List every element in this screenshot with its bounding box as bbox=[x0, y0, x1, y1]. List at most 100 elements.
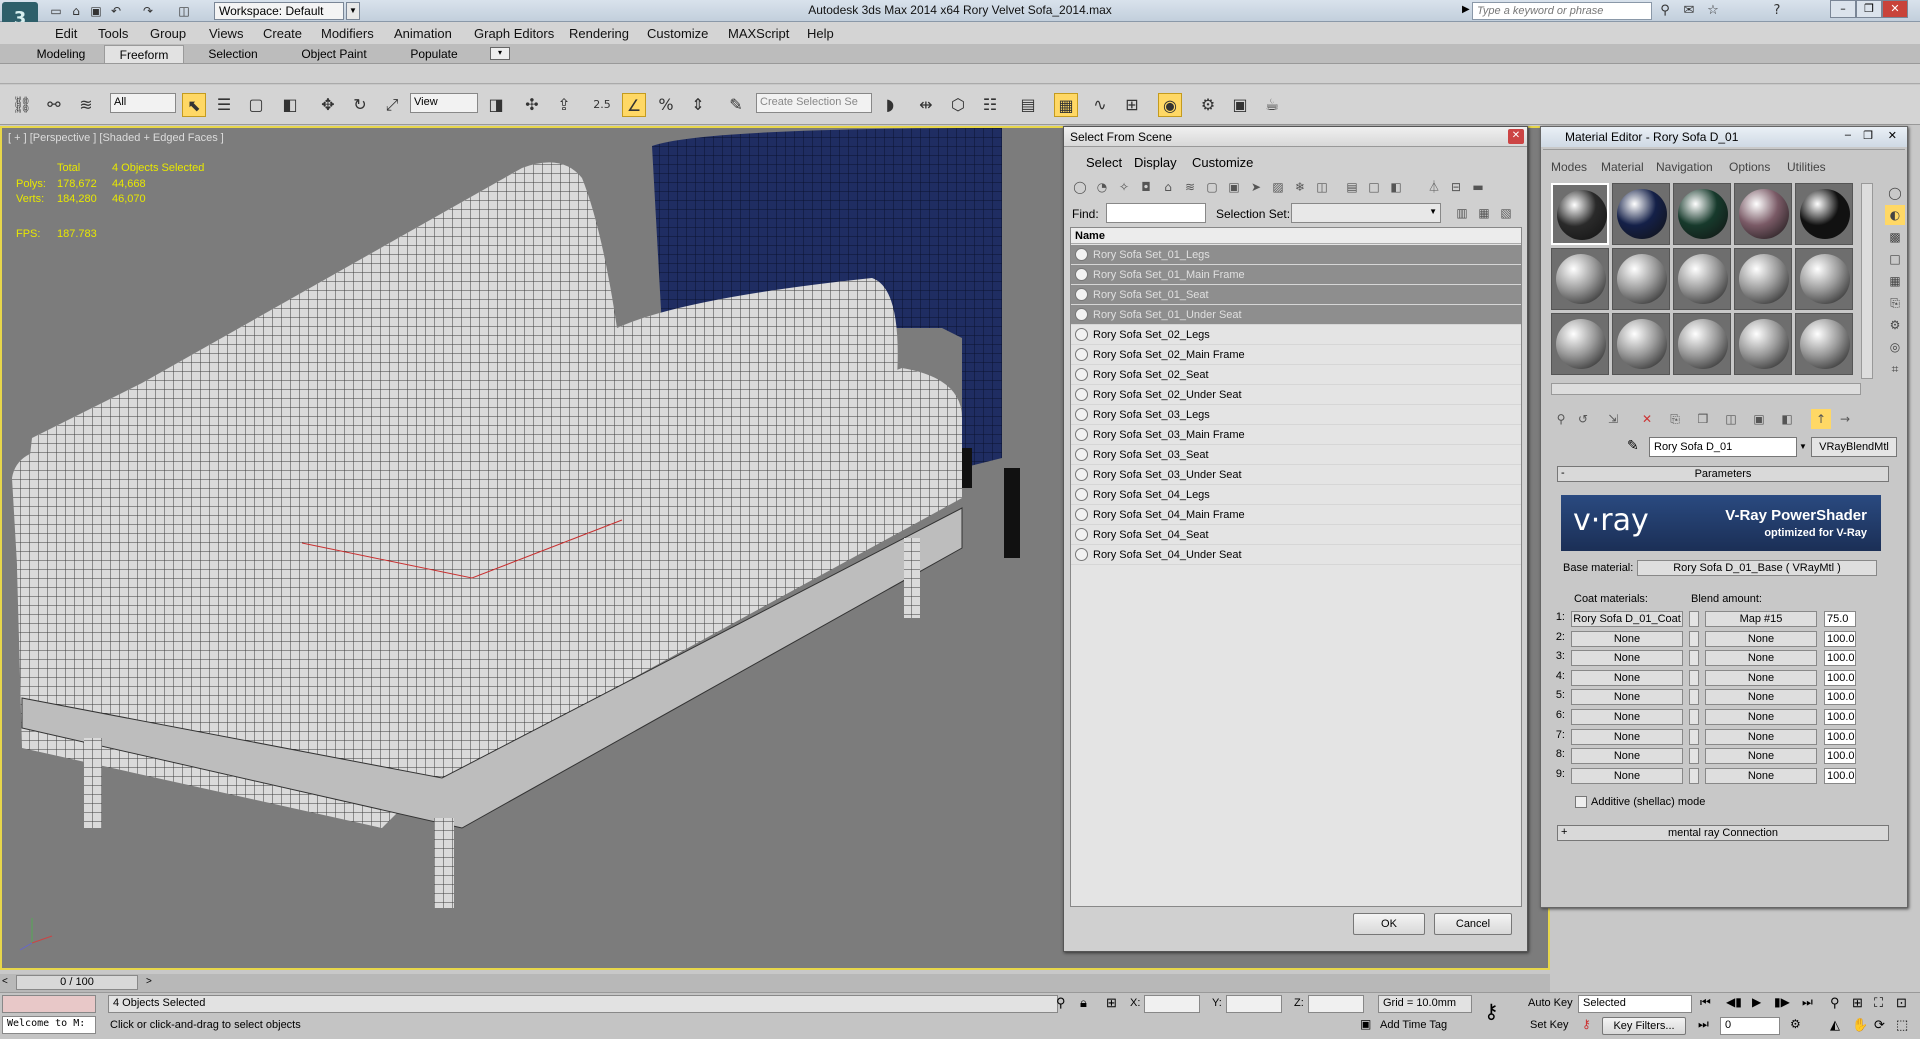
list-item[interactable]: Rory Sofa Set_04_Under Seat bbox=[1071, 545, 1521, 565]
scale-icon[interactable]: ⤢ bbox=[380, 93, 404, 117]
object-radio-icon[interactable] bbox=[1075, 428, 1088, 441]
curve-editor-icon[interactable]: ∿ bbox=[1088, 93, 1112, 117]
list-item[interactable]: Rory Sofa Set_01_Under Seat bbox=[1071, 305, 1521, 325]
coat-enable-checkbox[interactable] bbox=[1689, 728, 1699, 745]
menu-group[interactable]: Group bbox=[150, 26, 186, 41]
object-radio-icon[interactable] bbox=[1075, 348, 1088, 361]
reference-coordinate-dropdown[interactable]: View bbox=[410, 93, 478, 113]
edit-set-icon[interactable]: ▦ bbox=[1474, 203, 1494, 223]
blend-map-button[interactable]: None bbox=[1705, 709, 1817, 725]
filter-funnel-icon[interactable]: ⏃ bbox=[1424, 177, 1444, 197]
menu-edit[interactable]: Edit bbox=[55, 26, 77, 41]
list-item[interactable]: Rory Sofa Set_03_Legs bbox=[1071, 405, 1521, 425]
groups-filter-icon[interactable]: ▢ bbox=[1202, 177, 1222, 197]
coat-material-button[interactable]: None bbox=[1571, 709, 1683, 725]
material-slot[interactable] bbox=[1795, 183, 1853, 245]
key-icon[interactable]: ⚷ bbox=[1484, 999, 1499, 1024]
graphite-tools-icon[interactable]: ▤ bbox=[1016, 93, 1040, 117]
object-radio-icon[interactable] bbox=[1075, 508, 1088, 521]
object-radio-icon[interactable] bbox=[1075, 488, 1088, 501]
blend-amount-spinner[interactable]: 100.0 bbox=[1824, 650, 1856, 667]
orbit-icon[interactable]: ⟳ bbox=[1874, 1017, 1885, 1033]
object-radio-icon[interactable] bbox=[1075, 368, 1088, 381]
maxscript-mini-listener[interactable]: Welcome to M: bbox=[2, 1016, 96, 1034]
search-input[interactable]: Type a keyword or phrase bbox=[1472, 2, 1652, 20]
select-by-material-icon[interactable]: ◎ bbox=[1885, 337, 1905, 357]
create-set-icon[interactable]: ▥ bbox=[1452, 203, 1472, 223]
material-name-arrow-icon[interactable]: ▼ bbox=[1799, 437, 1811, 457]
blend-map-button[interactable]: None bbox=[1705, 669, 1817, 686]
material-slot[interactable] bbox=[1734, 183, 1792, 245]
coat-material-button[interactable]: None bbox=[1571, 630, 1683, 647]
tab-object-paint[interactable]: Object Paint bbox=[296, 45, 372, 63]
time-config-icon[interactable]: ⚙ bbox=[1790, 1017, 1801, 1031]
y-coordinate-input[interactable] bbox=[1226, 995, 1282, 1013]
keyboard-shortcut-icon[interactable]: ⇪ bbox=[552, 93, 576, 117]
bones-filter-icon[interactable]: ➤ bbox=[1246, 177, 1266, 197]
coat-enable-checkbox[interactable] bbox=[1689, 650, 1699, 667]
ok-button[interactable]: OK bbox=[1353, 913, 1425, 935]
ribbon-toggle-icon[interactable]: ▾ bbox=[490, 47, 510, 60]
frozen-filter-icon[interactable]: ❄ bbox=[1290, 177, 1310, 197]
coat-enable-checkbox[interactable] bbox=[1689, 669, 1699, 686]
go-forward-sibling-icon[interactable]: → bbox=[1835, 409, 1855, 429]
goto-start-icon[interactable]: ⏮ bbox=[1700, 995, 1711, 1010]
menu-rendering[interactable]: Rendering bbox=[569, 26, 629, 41]
blend-map-button[interactable]: None bbox=[1705, 630, 1817, 647]
material-slot[interactable] bbox=[1673, 248, 1731, 310]
list-item[interactable]: Rory Sofa Set_04_Main Frame bbox=[1071, 505, 1521, 525]
cameras-filter-icon[interactable]: ◘ bbox=[1136, 177, 1156, 197]
menu-graph-editors[interactable]: Graph Editors bbox=[474, 26, 554, 41]
blend-amount-spinner[interactable]: 100.0 bbox=[1824, 728, 1856, 745]
menu-views[interactable]: Views bbox=[209, 26, 243, 41]
dialog-menu-select[interactable]: Select bbox=[1086, 155, 1122, 170]
object-radio-icon[interactable] bbox=[1075, 268, 1088, 281]
select-by-name-icon[interactable]: ☰ bbox=[212, 93, 236, 117]
me-menu-modes[interactable]: Modes bbox=[1551, 160, 1587, 174]
time-prev-icon[interactable]: < bbox=[2, 976, 8, 987]
me-minimize-icon[interactable]: – bbox=[1845, 129, 1851, 141]
dialog-close-icon[interactable]: ✕ bbox=[1508, 129, 1524, 144]
sample-type-icon[interactable]: ◯ bbox=[1885, 183, 1905, 203]
coat-material-button[interactable]: None bbox=[1571, 650, 1683, 667]
go-to-parent-icon[interactable]: ↑ bbox=[1811, 409, 1831, 429]
lights-filter-icon[interactable]: ✧ bbox=[1114, 177, 1134, 197]
find-input[interactable] bbox=[1106, 203, 1206, 223]
list-item[interactable]: Rory Sofa Set_01_Main Frame bbox=[1071, 265, 1521, 285]
select-none-icon[interactable]: □ bbox=[1364, 177, 1384, 197]
zoom-extents-all-icon[interactable]: ⊡ bbox=[1896, 995, 1907, 1011]
object-radio-icon[interactable] bbox=[1075, 328, 1088, 341]
play-icon[interactable]: ▶ bbox=[1752, 995, 1761, 1009]
material-type-button[interactable]: VRayBlendMtl bbox=[1811, 437, 1897, 457]
mental-ray-connection-rollout[interactable]: mental ray Connection bbox=[1557, 825, 1889, 841]
additive-checkbox[interactable] bbox=[1575, 796, 1587, 808]
assign-material-icon[interactable]: ⇲ bbox=[1603, 409, 1623, 429]
column-header-name[interactable]: Name bbox=[1071, 228, 1521, 244]
me-menu-material[interactable]: Material bbox=[1601, 160, 1644, 174]
eyedropper-icon[interactable]: ✎ bbox=[1627, 437, 1639, 454]
coat-material-button[interactable]: None bbox=[1571, 728, 1683, 745]
menu-maxscript[interactable]: MAXScript bbox=[728, 26, 789, 41]
favorites-icon[interactable]: ☆ bbox=[1704, 2, 1722, 20]
help-icon[interactable]: ? bbox=[1768, 2, 1786, 20]
me-close-icon[interactable]: ✕ bbox=[1888, 129, 1897, 142]
time-slider-thumb[interactable]: 0 / 100 bbox=[16, 975, 138, 990]
object-radio-icon[interactable] bbox=[1075, 468, 1088, 481]
tab-populate[interactable]: Populate bbox=[404, 45, 464, 63]
coat-enable-checkbox[interactable] bbox=[1689, 709, 1699, 725]
background-icon[interactable]: ▩ bbox=[1885, 227, 1905, 247]
put-to-library-icon[interactable]: ❒ bbox=[1693, 409, 1713, 429]
tab-modeling[interactable]: Modeling bbox=[28, 45, 94, 63]
blend-amount-spinner[interactable]: 75.0 bbox=[1824, 611, 1856, 627]
x-coordinate-input[interactable] bbox=[1144, 995, 1200, 1013]
list-item[interactable]: Rory Sofa Set_03_Seat bbox=[1071, 445, 1521, 465]
coat-enable-checkbox[interactable] bbox=[1689, 630, 1699, 647]
me-menu-navigation[interactable]: Navigation bbox=[1656, 160, 1713, 174]
material-slot[interactable] bbox=[1795, 248, 1853, 310]
tab-freeform[interactable]: Freeform bbox=[104, 45, 184, 63]
object-radio-icon[interactable] bbox=[1075, 388, 1088, 401]
rendered-frame-icon[interactable]: ▣ bbox=[1228, 93, 1252, 117]
next-frame-icon[interactable]: ▮▶ bbox=[1774, 995, 1790, 1009]
rotate-icon[interactable]: ↻ bbox=[348, 93, 372, 117]
material-slot[interactable] bbox=[1612, 248, 1670, 310]
